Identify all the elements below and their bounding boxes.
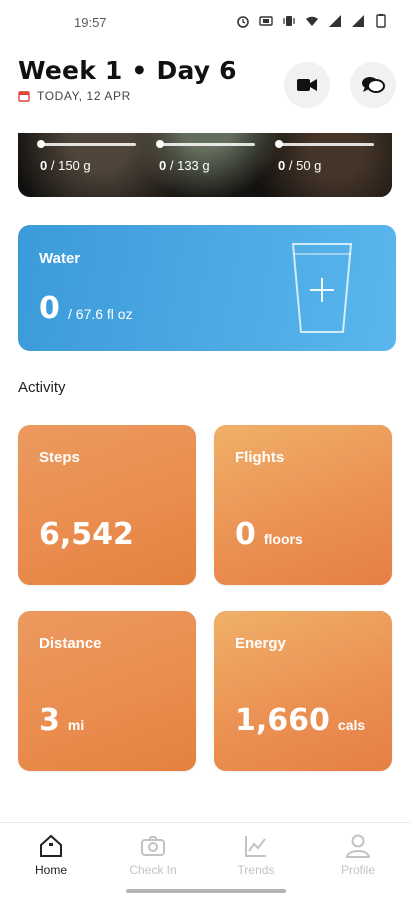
nav-home[interactable]: Home bbox=[11, 833, 91, 877]
card-unit: cals bbox=[337, 717, 366, 733]
energy-card[interactable]: Energy 1,660 cals bbox=[214, 611, 392, 771]
macro-current: 0 bbox=[40, 158, 48, 173]
nav-check-in[interactable]: Check In bbox=[113, 833, 193, 877]
date-row: TODAY, 12 APR bbox=[18, 89, 392, 103]
nav-label: Home bbox=[34, 863, 67, 877]
card-value: 6,542 bbox=[39, 517, 134, 552]
macro-current: 0 bbox=[159, 158, 167, 173]
card-value: 0 bbox=[235, 517, 256, 552]
card-label: Energy bbox=[235, 635, 286, 652]
video-camera-icon bbox=[297, 79, 317, 91]
status-time: 19:57 bbox=[74, 15, 107, 30]
macro-carbs: 0 / 133 g bbox=[156, 140, 255, 173]
macro-progress-knob bbox=[275, 140, 283, 148]
nav-profile[interactable]: Profile bbox=[318, 833, 398, 877]
macro-goal: / 133 g bbox=[169, 158, 210, 173]
calendar-icon bbox=[18, 91, 30, 102]
card-value: 1,660 bbox=[235, 703, 330, 738]
status-bar: 19:57 bbox=[0, 0, 410, 46]
activity-section-title: Activity bbox=[18, 379, 66, 396]
flights-card[interactable]: Flights 0 floors bbox=[214, 425, 392, 585]
macro-progress-bar bbox=[275, 140, 374, 148]
macro-goal: / 150 g bbox=[50, 158, 91, 173]
card-value: 3 bbox=[39, 703, 60, 738]
chat-bubbles-icon bbox=[362, 77, 385, 93]
nav-label: Trends bbox=[237, 863, 275, 877]
date-label: TODAY, 12 APR bbox=[37, 89, 131, 103]
steps-card[interactable]: Steps 6,542 bbox=[18, 425, 196, 585]
card-unit: mi bbox=[67, 717, 85, 733]
home-indicator bbox=[126, 889, 286, 893]
card-unit: floors bbox=[263, 531, 303, 547]
distance-card[interactable]: Distance 3 mi bbox=[18, 611, 196, 771]
trends-icon bbox=[245, 836, 266, 857]
home-icon bbox=[40, 834, 62, 857]
header: Week 1 • Day 6 TODAY, 12 APR bbox=[18, 56, 396, 116]
chat-button[interactable] bbox=[350, 62, 396, 108]
card-label: Flights bbox=[235, 449, 285, 466]
nav-label: Profile bbox=[340, 863, 375, 877]
macro-goal: / 50 g bbox=[288, 158, 322, 173]
macro-protein: 0 / 150 g bbox=[37, 140, 136, 173]
alarm-icon bbox=[237, 16, 249, 28]
profile-icon bbox=[345, 834, 371, 858]
camera-icon bbox=[141, 836, 165, 856]
card-label: Steps bbox=[39, 449, 80, 466]
water-title: Water bbox=[39, 250, 81, 267]
macro-progress-knob bbox=[156, 140, 164, 148]
video-call-button[interactable] bbox=[284, 62, 330, 108]
water-goal: / 67.6 fl oz bbox=[68, 306, 133, 322]
page-title: Week 1 • Day 6 bbox=[18, 56, 237, 85]
macros-strip[interactable]: 0 / 150 g 0 / 133 g 0 / 50 g bbox=[18, 133, 392, 197]
macro-progress-bar bbox=[156, 140, 255, 148]
nfc-icon bbox=[259, 16, 273, 26]
battery-icon bbox=[376, 14, 386, 28]
macro-fat: 0 / 50 g bbox=[275, 140, 374, 173]
macro-progress-knob bbox=[37, 140, 45, 148]
macro-current: 0 bbox=[278, 158, 286, 173]
water-value: 0 bbox=[39, 291, 60, 326]
signal-icon-2 bbox=[352, 15, 364, 27]
status-icons bbox=[236, 14, 388, 28]
card-label: Distance bbox=[39, 635, 102, 652]
macro-progress-bar bbox=[37, 140, 136, 148]
wifi-icon bbox=[306, 16, 318, 26]
signal-icon bbox=[329, 15, 341, 27]
water-card[interactable]: Water 0 / 67.6 fl oz bbox=[18, 225, 396, 351]
vibrate-icon bbox=[283, 16, 295, 26]
nav-trends[interactable]: Trends bbox=[216, 833, 296, 877]
add-water-cup-icon[interactable] bbox=[290, 240, 354, 336]
nav-label: Check In bbox=[129, 863, 177, 877]
